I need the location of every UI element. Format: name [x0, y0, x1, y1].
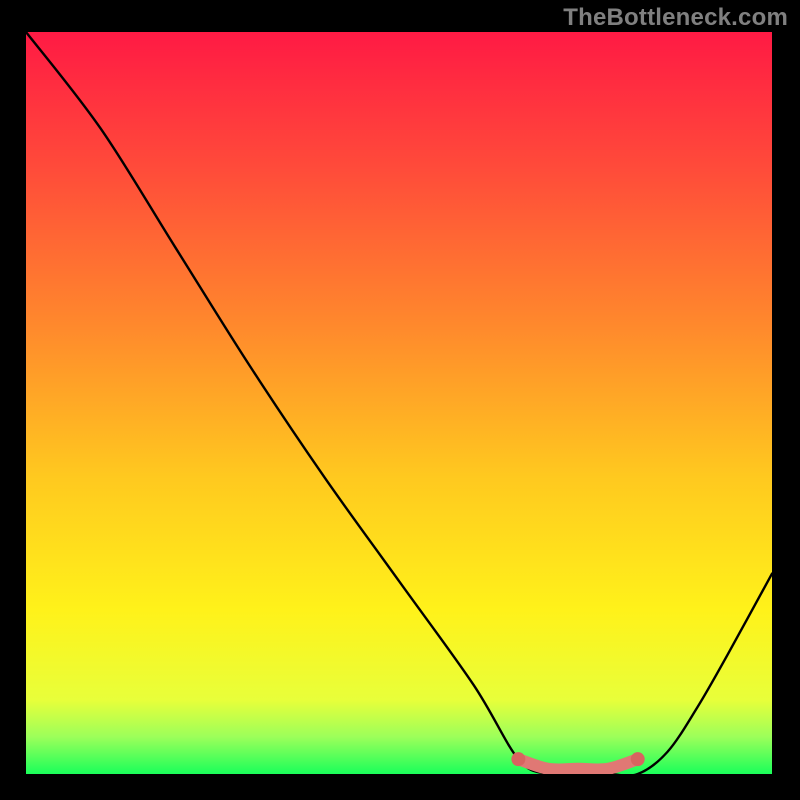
bottleneck-chart [26, 32, 772, 774]
optimal-bar-end-right [631, 752, 645, 766]
attribution-label: TheBottleneck.com [563, 4, 788, 32]
optimal-bar-end-left [511, 752, 525, 766]
chart-frame: TheBottleneck.com [0, 0, 800, 800]
plot-area [26, 32, 772, 774]
gradient-background [26, 32, 772, 774]
